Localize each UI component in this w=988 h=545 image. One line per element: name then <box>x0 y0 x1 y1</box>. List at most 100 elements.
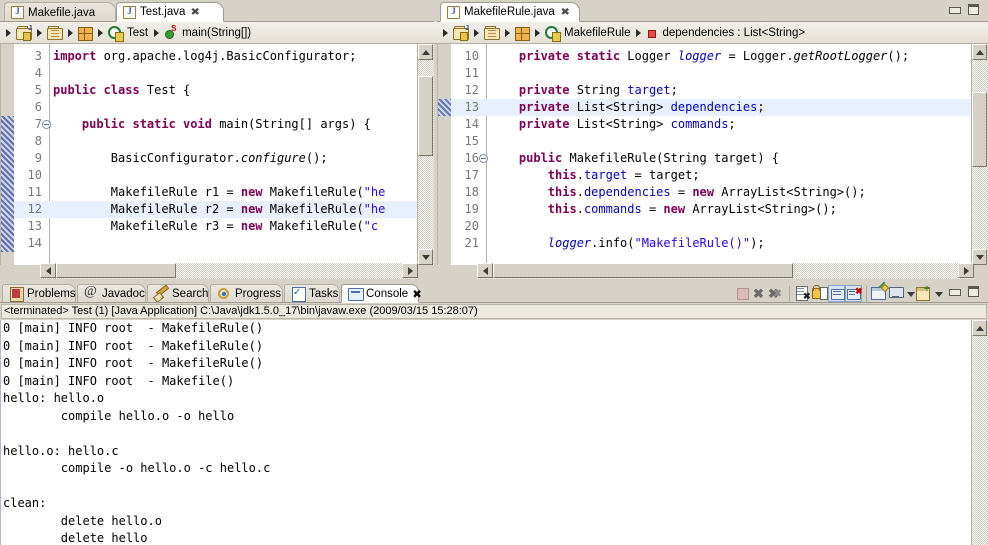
code-line[interactable]: 4 <box>1 65 434 82</box>
code-line[interactable]: 7 public static void main(String[] args)… <box>1 116 434 133</box>
view-tab-label: Console <box>366 287 409 300</box>
new-console-view-button[interactable]: + <box>916 285 933 302</box>
scroll-up-button[interactable] <box>972 320 987 336</box>
left-editor-code-area[interactable]: 3 import org.apache.log4j.BasicConfigurat… <box>0 44 434 265</box>
scroll-up-button[interactable] <box>418 44 433 60</box>
code-line[interactable]: 5 public class Test { <box>1 82 434 99</box>
editor-tab-makefile-java[interactable]: Makefile.java <box>4 2 116 22</box>
hscroll-thumb[interactable] <box>56 263 176 278</box>
minimize-icon[interactable] <box>948 4 961 16</box>
left-editor-hscrollbar[interactable] <box>40 263 418 279</box>
left-editor-vscrollbar[interactable] <box>417 44 434 265</box>
right-editor-vscrollbar[interactable] <box>971 44 988 265</box>
vscroll-thumb[interactable] <box>418 76 433 156</box>
remove-all-terminated-button[interactable]: ✖ ✖ <box>768 285 785 302</box>
code-line[interactable]: 10 <box>1 167 434 184</box>
code-line[interactable]: 14 <box>1 235 434 252</box>
code-line[interactable]: 21 logger.info("MakefileRule()"); <box>438 235 988 252</box>
package-icon[interactable] <box>484 25 500 40</box>
view-tab-label: Progress <box>235 288 282 300</box>
display-selected-console-button[interactable]: ✖ <box>845 285 863 302</box>
right-editor-breadcrumb: J MakefileRule dependencies : List<Strin… <box>437 22 988 44</box>
scroll-right-button[interactable] <box>402 263 418 278</box>
right-editor-hscrollbar[interactable] <box>477 263 974 279</box>
vscroll-thumb[interactable] <box>972 92 987 167</box>
breadcrumb-class-label[interactable]: MakefileRule <box>564 27 630 39</box>
code-line[interactable]: 18 this.dependencies = new ArrayList<Str… <box>438 184 988 201</box>
code-line[interactable]: 15 <box>438 133 988 150</box>
hscroll-thumb[interactable] <box>493 263 793 278</box>
code-line[interactable]: 14 private List<String> commands; <box>438 116 988 133</box>
pin-console-button[interactable] <box>828 285 845 302</box>
view-tab-progress[interactable]: Progress <box>210 284 283 303</box>
scroll-down-button[interactable] <box>418 249 433 265</box>
console-output[interactable]: 0 [main] INFO root - MakefileRule() 0 [ma… <box>1 320 988 545</box>
view-tab-search[interactable]: Search <box>147 284 209 304</box>
code-line[interactable]: 12 MakefileRule r2 = new MakefileRule("h… <box>1 201 434 218</box>
code-line[interactable]: 6 <box>1 99 434 116</box>
code-line[interactable]: 13 MakefileRule r3 = new MakefileRule("c <box>1 218 434 235</box>
minimize-icon[interactable] <box>948 286 961 298</box>
maximize-icon[interactable] <box>967 286 980 298</box>
method-static-icon[interactable]: S <box>164 24 178 40</box>
editor-tab-label: Makefile.java <box>28 6 96 19</box>
code-text: private List<String> commands; <box>518 117 736 131</box>
view-tab-label: Search <box>172 288 209 300</box>
remove-launch-button[interactable]: ✖ <box>751 285 768 302</box>
code-line[interactable]: 13 private List<String> dependencies; <box>438 99 988 116</box>
code-line[interactable]: 19 this.commands = new ArrayList<String>… <box>438 201 988 218</box>
class-icon[interactable] <box>545 25 561 42</box>
code-line[interactable]: 8 <box>1 133 434 150</box>
close-icon[interactable]: ✖ <box>191 7 201 18</box>
package-root-icon[interactable]: J <box>453 25 469 41</box>
terminate-button[interactable] <box>734 285 751 302</box>
scroll-left-button[interactable] <box>477 263 493 278</box>
fold-collapse-icon[interactable] <box>479 154 488 163</box>
display-console-dropdown[interactable] <box>888 285 905 302</box>
editor-tab-makefilerule-java[interactable]: MakefileRule.java ✖ <box>440 2 580 22</box>
view-tab-tasks[interactable]: ✓ Tasks <box>284 284 340 303</box>
clear-console-button[interactable]: ✖ <box>794 285 811 302</box>
view-tab-problems[interactable]: Problems <box>2 284 76 303</box>
code-line[interactable]: 11 <box>438 65 988 82</box>
field-private-icon[interactable] <box>646 27 658 39</box>
view-tab-console[interactable]: Console ✖ <box>341 284 422 303</box>
maximize-icon[interactable] <box>967 4 980 16</box>
code-line[interactable]: 20 <box>438 218 988 235</box>
open-console-button[interactable] <box>871 281 890 302</box>
breadcrumb-method-label[interactable]: main(String[]) <box>182 27 251 39</box>
package-root-icon[interactable]: J <box>16 25 32 41</box>
package-icon[interactable] <box>47 25 63 40</box>
scroll-left-button[interactable] <box>40 263 56 278</box>
editor-window-buttons <box>948 4 980 16</box>
fold-collapse-icon[interactable] <box>42 120 51 129</box>
console-vscrollbar[interactable] <box>971 320 988 545</box>
display-console-dropdown-arrow[interactable] <box>905 285 916 302</box>
scroll-right-button[interactable] <box>958 263 974 278</box>
scroll-down-button[interactable] <box>972 249 987 265</box>
chevron-right-icon <box>37 28 42 37</box>
left-editor-text[interactable]: 3 import org.apache.log4j.BasicConfigurat… <box>1 48 434 265</box>
code-line[interactable]: 9 BasicConfigurator.configure(); <box>1 150 434 167</box>
scroll-lock-button[interactable] <box>811 285 828 302</box>
code-line[interactable]: 3 import org.apache.log4j.BasicConfigurat… <box>1 48 434 65</box>
scroll-up-button[interactable] <box>972 44 987 60</box>
breadcrumb-field-label[interactable]: dependencies : List<String> <box>662 27 805 39</box>
code-line[interactable]: 16 public MakefileRule(String target) { <box>438 150 988 167</box>
code-line[interactable]: 12 private String target; <box>438 82 988 99</box>
editor-tab-test-java[interactable]: Test.java ✖ <box>116 2 224 22</box>
compilation-unit-icon[interactable] <box>78 26 93 41</box>
close-icon[interactable]: ✖ <box>412 287 422 301</box>
new-console-view-dropdown-arrow[interactable] <box>933 285 944 302</box>
right-editor-code-area[interactable]: 10 private static Logger logger = Logger… <box>437 44 988 265</box>
view-tab-javadoc[interactable]: Javadoc <box>77 284 146 303</box>
right-editor-text[interactable]: 10 private static Logger logger = Logger… <box>438 48 988 265</box>
code-line[interactable]: 10 private static Logger logger = Logger… <box>438 48 988 65</box>
compilation-unit-icon[interactable] <box>515 26 530 41</box>
breadcrumb-class-label[interactable]: Test <box>127 27 148 39</box>
class-icon[interactable] <box>108 25 124 42</box>
close-icon[interactable]: ✖ <box>560 7 570 18</box>
code-line[interactable]: 11 MakefileRule r1 = new MakefileRule("h… <box>1 184 434 201</box>
code-line[interactable]: 17 this.target = target; <box>438 167 988 184</box>
console-line: compile -o hello.o -c hello.c <box>3 461 271 475</box>
